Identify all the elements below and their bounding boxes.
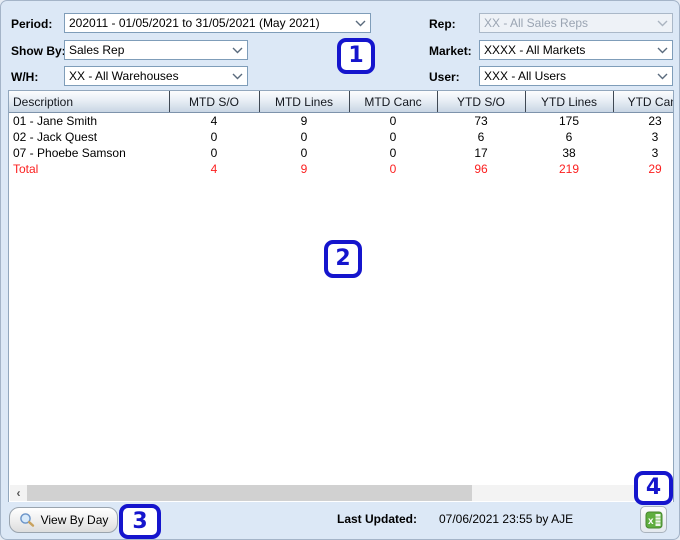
warehouse-dropdown[interactable]: XX - All Warehouses: [64, 66, 248, 86]
description-cell: 07 - Phoebe Samson: [13, 146, 126, 160]
total-row: Total 4 9 0 96 219 29: [9, 161, 673, 177]
svg-text:x: x: [648, 516, 654, 527]
chevron-down-icon: [657, 47, 668, 54]
annotation-marker-4: 4: [634, 471, 673, 505]
rep-value: XX - All Sales Reps: [484, 16, 589, 30]
view-by-day-button[interactable]: View By Day: [9, 507, 118, 533]
value-cell: 219: [558, 162, 580, 176]
value-cell: 0: [210, 130, 218, 144]
value-cell: 6: [565, 130, 573, 144]
value-cell: 17: [474, 146, 488, 160]
last-updated-value: 07/06/2021 23:55 by AJE: [439, 512, 574, 526]
value-cell: 9: [300, 114, 308, 128]
value-cell: 38: [562, 146, 576, 160]
value-cell: 0: [389, 146, 397, 160]
show-by-dropdown[interactable]: Sales Rep: [64, 40, 248, 60]
value-cell: 0: [300, 146, 308, 160]
export-excel-button[interactable]: x: [640, 506, 667, 533]
annotation-marker-2: 2: [324, 240, 362, 278]
market-label: Market:: [429, 44, 472, 58]
value-cell: 4: [210, 162, 218, 176]
chevron-down-icon: [657, 73, 668, 80]
rep-dropdown: XX - All Sales Reps: [479, 13, 673, 33]
user-dropdown[interactable]: XXX - All Users: [479, 66, 673, 86]
value-cell: 4: [210, 114, 218, 128]
value-cell: 175: [558, 114, 580, 128]
user-value: XXX - All Users: [484, 69, 567, 83]
value-cell: 0: [210, 146, 218, 160]
scroll-left-arrow-icon[interactable]: ‹: [10, 485, 27, 501]
sales-grid: Description MTD S/O MTD Lines MTD Canc YTD S…: [9, 91, 673, 177]
value-cell: 9: [300, 162, 308, 176]
value-cell: 96: [474, 162, 488, 176]
status-bar: View By Day Last Updated: 07/06/2021 23:…: [2, 502, 678, 538]
value-cell: 29: [648, 162, 662, 176]
view-by-day-label: View By Day: [40, 513, 109, 527]
column-header-ytd-canc[interactable]: YTD Canc: [613, 91, 673, 113]
description-cell: 02 - Jack Quest: [13, 130, 98, 144]
column-header-mtd-canc[interactable]: MTD Canc: [349, 91, 438, 113]
value-cell: 0: [300, 130, 308, 144]
column-header-ytd-lines[interactable]: YTD Lines: [525, 91, 614, 113]
column-header-ytd-s-o[interactable]: YTD S/O: [437, 91, 526, 113]
chevron-down-icon: [232, 73, 243, 80]
column-header-description[interactable]: Description: [9, 91, 170, 113]
show-by-label: Show By:: [11, 44, 66, 58]
period-label: Period:: [11, 17, 53, 31]
value-cell: 23: [648, 114, 662, 128]
scrollbar-thumb[interactable]: [27, 485, 472, 501]
column-header-mtd-lines[interactable]: MTD Lines: [259, 91, 350, 113]
value-cell: 3: [651, 130, 659, 144]
horizontal-scrollbar[interactable]: ‹ ›: [10, 485, 672, 501]
user-label: User:: [429, 70, 460, 84]
period-value: 202011 - 01/05/2021 to 31/05/2021 (May 2…: [69, 16, 320, 30]
sales-dashboard-window: Period: 202011 - 01/05/2021 to 31/05/202…: [0, 0, 680, 540]
period-dropdown[interactable]: 202011 - 01/05/2021 to 31/05/2021 (May 2…: [64, 13, 371, 33]
value-cell: 0: [389, 162, 397, 176]
table-row[interactable]: 07 - Phoebe Samson 0 0 0 17 38 3: [9, 145, 673, 161]
last-updated-label: Last Updated:: [337, 512, 418, 526]
warehouse-value: XX - All Warehouses: [69, 69, 179, 83]
value-cell: 0: [389, 130, 397, 144]
description-cell: Total: [13, 162, 39, 176]
value-cell: 3: [651, 146, 659, 160]
results-table: Description MTD S/O MTD Lines MTD Canc YTD S…: [8, 90, 674, 503]
table-row[interactable]: 01 - Jane Smith 4 9 0 73 175 23: [9, 113, 673, 130]
value-cell: 0: [389, 114, 397, 128]
show-by-value: Sales Rep: [69, 43, 125, 57]
market-value: XXXX - All Markets: [484, 43, 586, 57]
chevron-down-icon: [232, 47, 243, 54]
table-header-row: Description MTD S/O MTD Lines MTD Canc YTD S…: [9, 91, 673, 113]
chevron-down-icon: [355, 20, 366, 27]
chevron-down-icon: [657, 20, 668, 27]
annotation-marker-1: 1: [337, 38, 375, 74]
market-dropdown[interactable]: XXXX - All Markets: [479, 40, 673, 60]
description-cell: 01 - Jane Smith: [13, 114, 98, 128]
warehouse-label: W/H:: [11, 70, 39, 84]
value-cell: 6: [477, 130, 485, 144]
rep-label: Rep:: [429, 17, 456, 31]
value-cell: 73: [474, 114, 488, 128]
column-header-mtd-s-o[interactable]: MTD S/O: [169, 91, 260, 113]
table-row[interactable]: 02 - Jack Quest 0 0 0 6 6 3: [9, 129, 673, 145]
magnifier-icon: [19, 512, 35, 528]
excel-export-icon: x: [645, 511, 663, 529]
annotation-marker-3: 3: [119, 504, 161, 539]
